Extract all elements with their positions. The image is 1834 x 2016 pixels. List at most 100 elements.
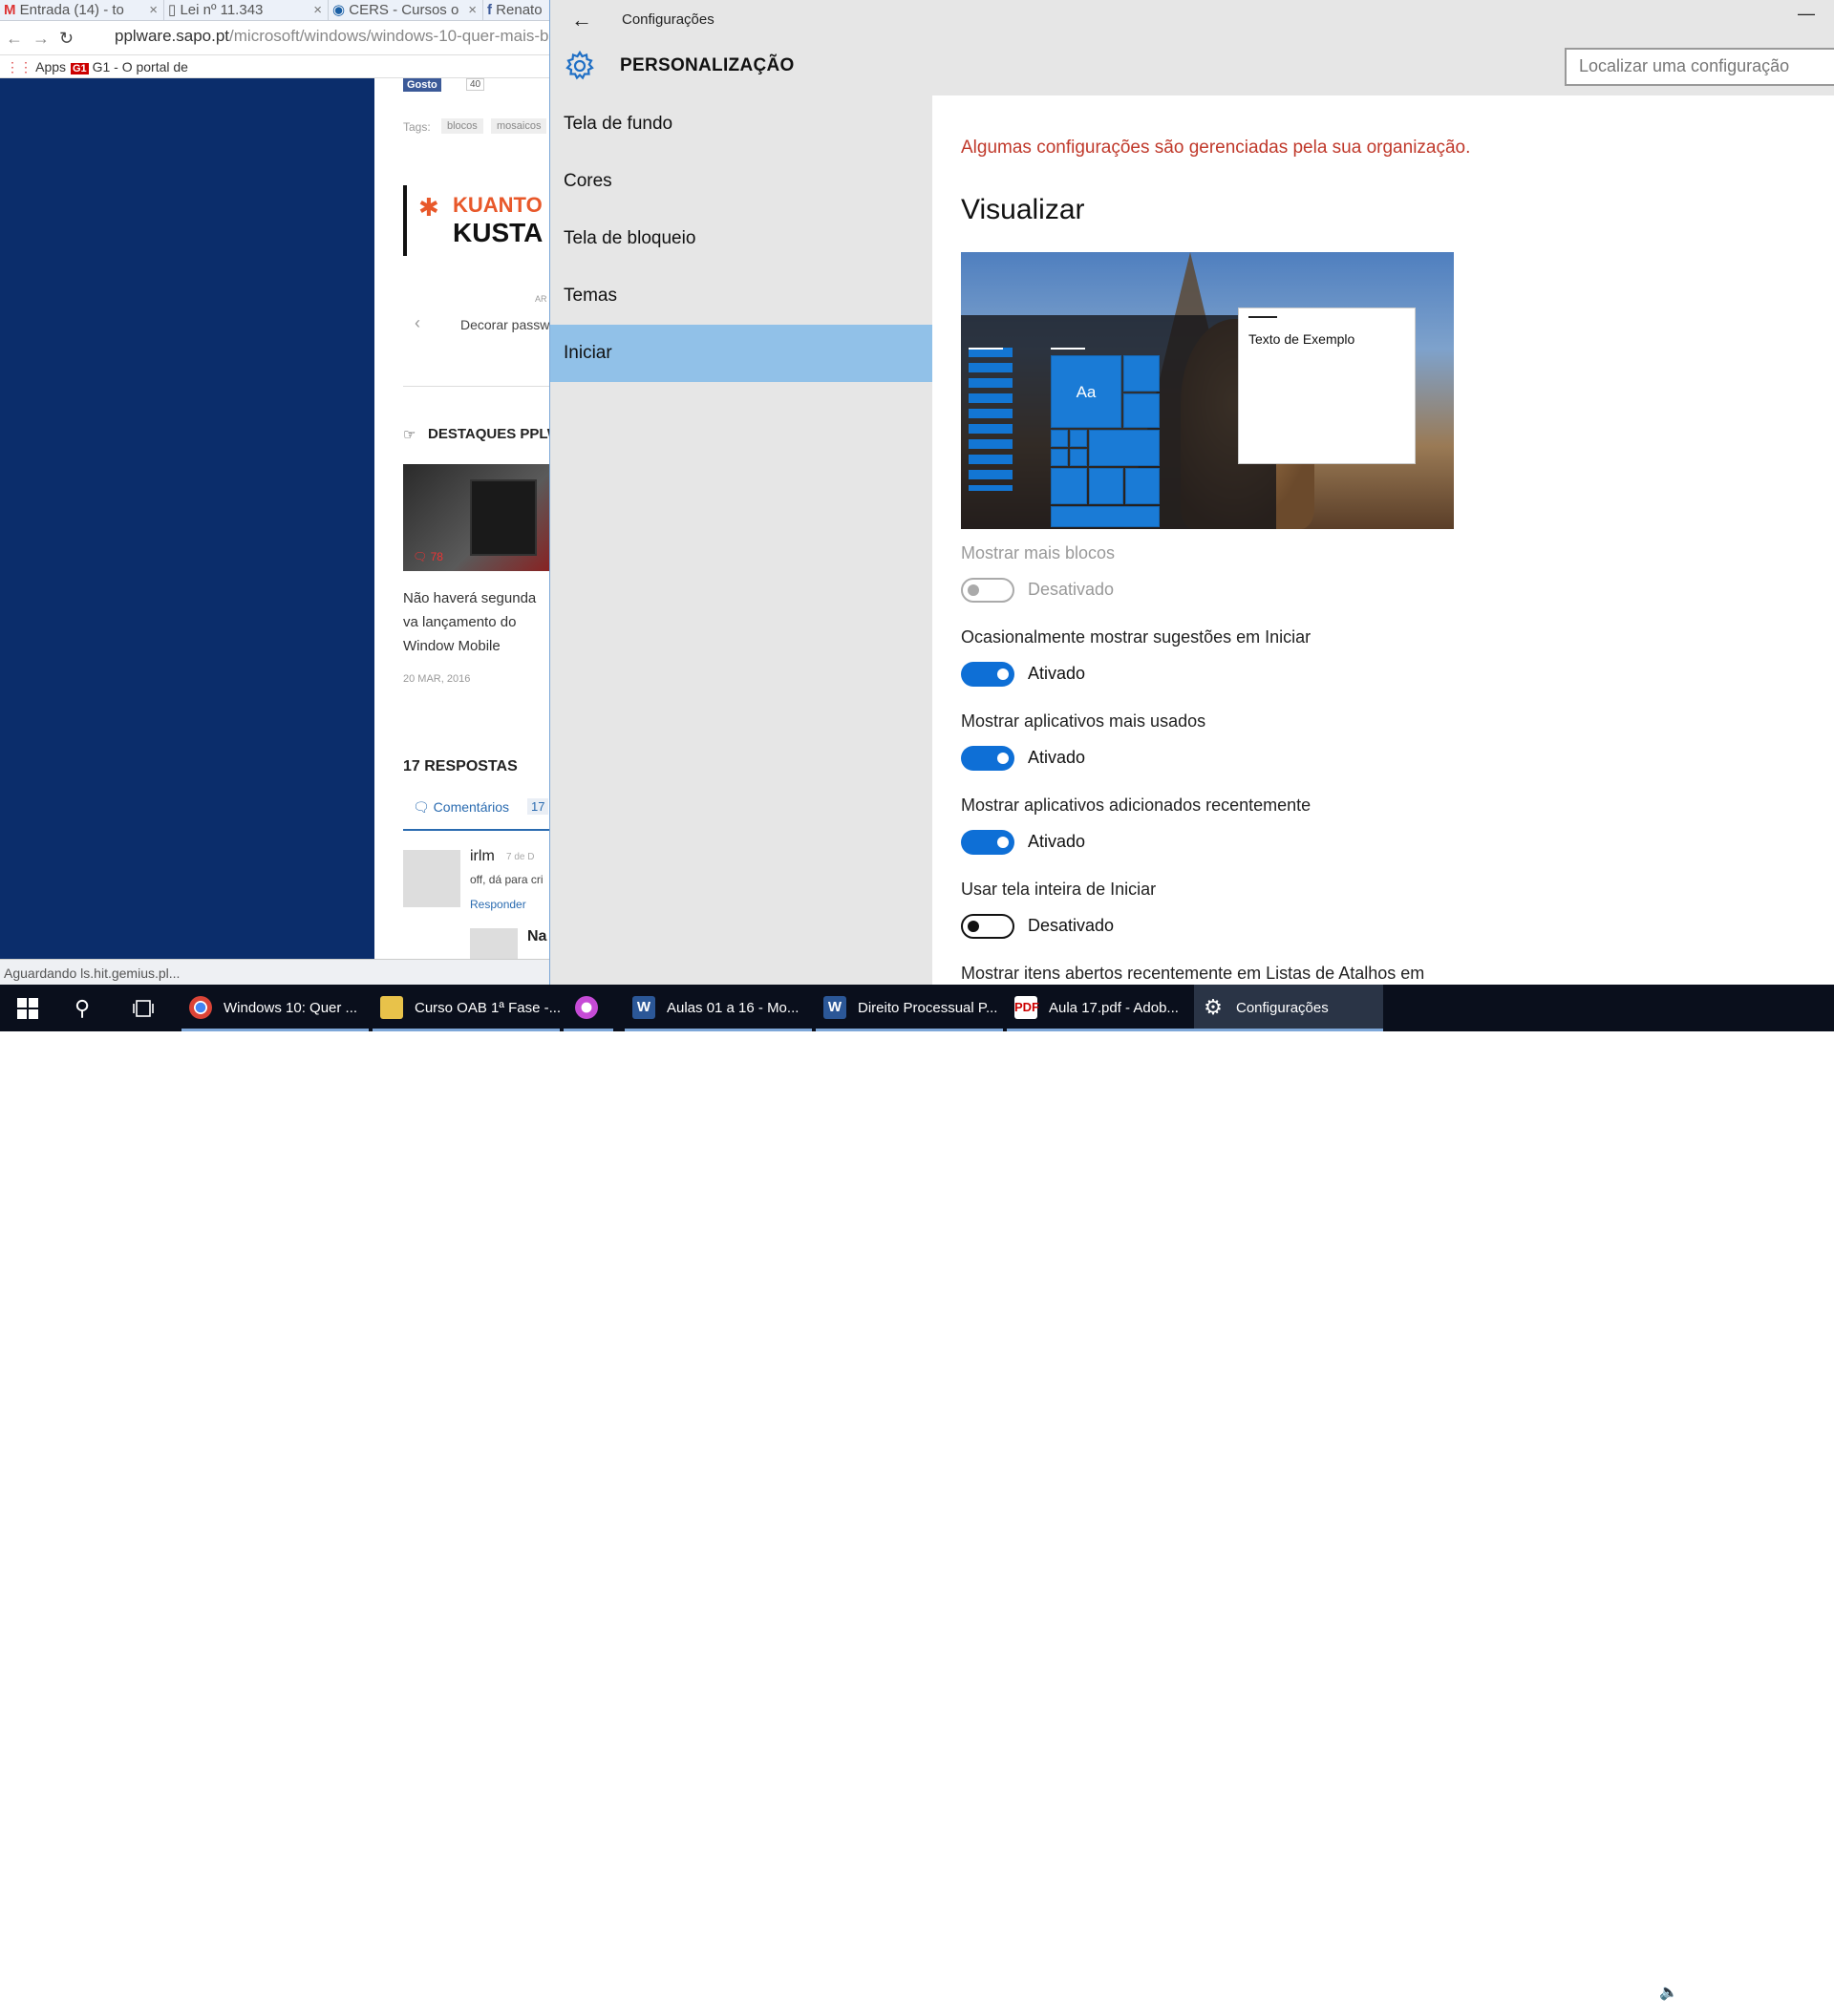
settings-nav: Tela de fundo Cores Tela de bloqueio Tem… bbox=[550, 95, 932, 985]
toggle-mostrar-mais-blocos[interactable] bbox=[961, 578, 1014, 603]
toggle-tela-inteira[interactable] bbox=[961, 914, 1014, 939]
preview-tile bbox=[1051, 449, 1068, 466]
settings-search-input[interactable]: Localizar uma configuração bbox=[1565, 48, 1834, 86]
word-icon: W bbox=[823, 996, 846, 1019]
featured-date: 20 MAR, 2016 bbox=[403, 673, 471, 685]
g1-bookmark[interactable]: G1 G1 - O portal de bbox=[71, 59, 188, 74]
taskbar-app-word-1[interactable]: W Aulas 01 a 16 - Mo... bbox=[625, 985, 812, 1031]
nav-item-temas[interactable]: Temas bbox=[550, 267, 932, 325]
close-tab-icon[interactable]: × bbox=[313, 0, 322, 21]
browser-tab-cers[interactable]: ◉ CERS - Cursos o × bbox=[329, 0, 483, 21]
volume-icon[interactable]: 🔈 bbox=[1659, 1984, 1686, 2001]
preview-tile bbox=[1051, 468, 1087, 504]
previous-post-link[interactable]: Decorar passw bbox=[460, 317, 549, 332]
toggle-state: Ativado bbox=[1028, 748, 1086, 767]
preview-sample-text: Texto de Exemplo bbox=[1248, 331, 1355, 347]
itunes-icon bbox=[575, 996, 598, 1019]
action-center-icon[interactable]: 🗨 bbox=[1686, 1984, 1713, 2001]
forward-arrow-icon[interactable]: → bbox=[32, 29, 59, 48]
toggle-mais-usados[interactable] bbox=[961, 746, 1014, 771]
close-tab-icon[interactable]: × bbox=[149, 0, 158, 21]
chrome-icon bbox=[189, 996, 212, 1019]
thumbs-up-icon: ☞ bbox=[403, 427, 416, 443]
preview-start-menu: Aa bbox=[961, 315, 1276, 529]
commenter-name[interactable]: Na bbox=[527, 928, 546, 945]
tag-link[interactable]: mosaicos bbox=[491, 118, 547, 134]
ad-logo-icon: ✱ bbox=[418, 193, 439, 222]
nav-item-tela-de-fundo[interactable]: Tela de fundo bbox=[550, 95, 932, 153]
toggle-sugestoes[interactable] bbox=[961, 662, 1014, 687]
comment-text: off, dá para cri bbox=[470, 873, 544, 886]
close-tab-icon[interactable]: × bbox=[468, 0, 477, 21]
minimize-icon[interactable]: — bbox=[1792, 4, 1821, 32]
page-icon: ▯ bbox=[168, 2, 177, 18]
commenter-name[interactable]: irlm bbox=[470, 848, 495, 865]
preview-tile bbox=[1123, 393, 1160, 428]
browser-window: M Entrada (14) - to × ▯ Lei nº 11.343 × ◉ … bbox=[0, 0, 569, 985]
preview-tile bbox=[1051, 430, 1068, 447]
taskbar-app-explorer[interactable]: Curso OAB 1ª Fase -... bbox=[373, 985, 560, 1031]
like-count: 40 bbox=[466, 78, 485, 91]
taskbar-app-chrome[interactable]: Windows 10: Quer ... bbox=[181, 985, 369, 1031]
browser-tab-lei[interactable]: ▯ Lei nº 11.343 × bbox=[164, 0, 329, 21]
option-label-tela-inteira: Usar tela inteira de Iniciar bbox=[961, 880, 1157, 899]
responses-heading: 17 RESPOSTAS bbox=[403, 758, 518, 775]
tag-link[interactable]: blocos bbox=[441, 118, 483, 134]
toggle-adicionados-recentemente[interactable] bbox=[961, 830, 1014, 855]
featured-article-title[interactable]: Não haverá segunda va lançamento do Wind… bbox=[403, 586, 554, 658]
nav-item-iniciar[interactable]: Iniciar bbox=[550, 325, 932, 382]
preview-tile bbox=[1125, 468, 1160, 504]
g1-icon: G1 bbox=[71, 63, 89, 74]
url-field[interactable]: pplware.sapo.pt/microsoft/windows/window… bbox=[115, 27, 569, 46]
reply-link[interactable]: Responder bbox=[470, 898, 526, 911]
browser-tab-facebook[interactable]: f Renato bbox=[483, 0, 554, 21]
back-arrow-icon[interactable]: ← bbox=[6, 29, 32, 48]
avatar bbox=[403, 850, 460, 907]
preview-tile bbox=[1070, 449, 1087, 466]
system-tray: ^🖵🔈🗨 bbox=[1622, 1969, 1713, 2016]
tags-label: Tags: bbox=[403, 120, 431, 134]
comments-tab[interactable]: 🗨 Comentários bbox=[413, 799, 509, 816]
bookmarks-bar: ⋮⋮ Apps G1 G1 - O portal de bbox=[0, 55, 554, 78]
cers-icon: ◉ bbox=[332, 2, 346, 18]
taskbar-app-acrobat[interactable]: PDF Aula 17.pdf - Adob... bbox=[1007, 985, 1194, 1031]
featured-image[interactable]: 🗨 78 bbox=[403, 464, 554, 571]
ad-banner[interactable]: ✱ KUANTO KUSTA bbox=[403, 185, 554, 256]
browser-tab-gmail[interactable]: M Entrada (14) - to × bbox=[0, 0, 164, 21]
nav-item-cores[interactable]: Cores bbox=[550, 153, 932, 210]
option-label-mostrar-mais-blocos: Mostrar mais blocos bbox=[961, 543, 1116, 562]
apps-bookmark[interactable]: ⋮⋮ Apps bbox=[6, 59, 66, 75]
comments-count: 17 bbox=[527, 798, 549, 815]
windows-start-button[interactable] bbox=[17, 985, 42, 1031]
word-icon: W bbox=[632, 996, 655, 1019]
start-preview-image: Aa Texto de Exemplo bbox=[961, 252, 1454, 529]
organization-managed-message: Algumas configurações são gerenciadas pe… bbox=[961, 138, 1471, 158]
taskbar-app-settings[interactable]: ⚙ Configurações bbox=[1194, 985, 1383, 1031]
taskbar-app-word-2[interactable]: W Direito Processual P... bbox=[816, 985, 1003, 1031]
settings-header: ← Configurações — PERSONALIZAÇÃO Localiz… bbox=[550, 0, 1834, 95]
avatar bbox=[470, 928, 518, 959]
search-icon[interactable]: ⚲ bbox=[75, 985, 99, 1031]
back-arrow-icon[interactable]: ← bbox=[567, 8, 596, 32]
facebook-icon: f bbox=[487, 2, 492, 18]
nav-item-tela-de-bloqueio[interactable]: Tela de bloqueio bbox=[550, 210, 932, 267]
toggle-state: Desativado bbox=[1028, 916, 1115, 935]
taskbar: ⚲ Windows 10: Quer ... Curso OAB 1ª Fase… bbox=[0, 985, 1834, 2007]
network-icon[interactable]: 🖵 bbox=[1637, 1984, 1659, 2001]
facebook-like-button[interactable]: Gosto bbox=[403, 78, 441, 92]
windows-logo-icon bbox=[17, 998, 38, 1019]
reload-icon[interactable]: ↻ bbox=[59, 29, 83, 48]
preview-tile bbox=[1089, 468, 1123, 504]
taskbar-app-itunes[interactable] bbox=[564, 985, 613, 1031]
toggle-state: Ativado bbox=[1028, 664, 1086, 683]
option-label-adicionados-recentemente: Mostrar aplicativos adicionados recentem… bbox=[961, 796, 1312, 815]
preview-app-list bbox=[969, 348, 1013, 491]
preview-tile bbox=[1070, 430, 1087, 447]
chevron-left-icon[interactable]: ‹ bbox=[415, 313, 420, 333]
preview-tile bbox=[1089, 430, 1160, 466]
task-view-icon[interactable] bbox=[132, 985, 157, 1031]
taskbar-clock[interactable]: 20:34 06/04/2016 bbox=[1734, 1971, 1822, 2009]
chevron-up-icon[interactable]: ^ bbox=[1622, 1984, 1637, 2001]
browser-status-bar: Aguardando ls.hit.gemius.pl... bbox=[0, 959, 554, 985]
gmail-icon: M bbox=[4, 2, 16, 18]
